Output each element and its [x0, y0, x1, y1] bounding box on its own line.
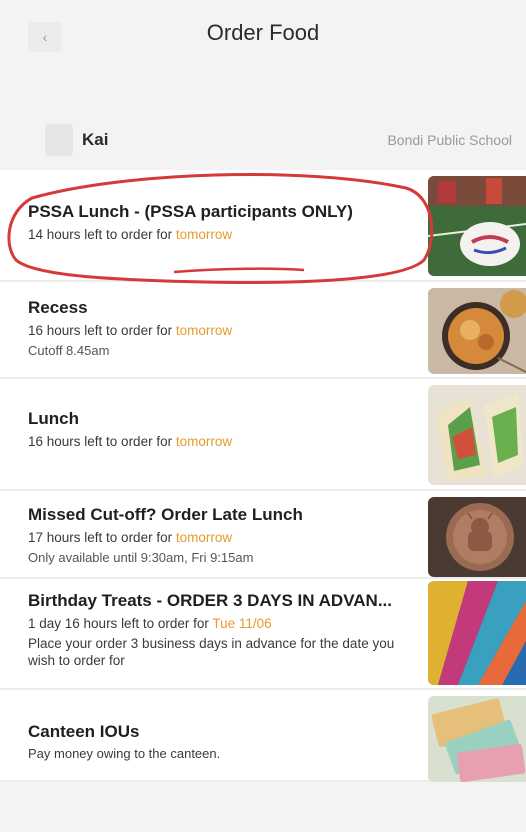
- student-selector[interactable]: Kai Bondi Public School: [0, 112, 526, 168]
- canteen-ious-image: [428, 696, 526, 782]
- order-deadline: 1 day 16 hours left to order for Tue 11/…: [28, 616, 272, 631]
- order-deadline: 17 hours left to order for tomorrow: [28, 530, 233, 545]
- menu-item-title: Birthday Treats - ORDER 3 DAYS IN ADVAN.…: [28, 591, 393, 610]
- school-name: Bondi Public School: [387, 132, 512, 148]
- page-title: Order Food: [206, 20, 320, 45]
- menu-item-title: Canteen IOUs: [28, 722, 140, 741]
- menu-item-canteen-ious[interactable]: Canteen IOUs Pay money owing to the cant…: [0, 690, 526, 782]
- menu-item-note: Place your order 3 business days in adva…: [28, 636, 395, 668]
- header: ‹ Order Food: [0, 0, 526, 70]
- order-deadline: 16 hours left to order for tomorrow: [28, 323, 233, 338]
- menu-item-note: Cutoff 8.45am: [28, 343, 110, 358]
- menu-item-lunch[interactable]: Lunch 16 hours left to order for tomorro…: [0, 379, 526, 491]
- menu-list: PSSA Lunch - (PSSA participants ONLY) 14…: [0, 170, 526, 782]
- menu-item-recess[interactable]: Recess 16 hours left to order for tomorr…: [0, 282, 526, 379]
- birthday-treats-image: [428, 581, 526, 685]
- menu-item-title: Lunch: [28, 409, 79, 428]
- menu-item-birthday-treats[interactable]: Birthday Treats - ORDER 3 DAYS IN ADVAN.…: [0, 579, 526, 690]
- order-deadline: 16 hours left to order for tomorrow: [28, 434, 233, 449]
- menu-item-note: Only available until 9:30am, Fri 9:15am: [28, 550, 254, 565]
- avatar: [45, 124, 73, 156]
- recess-image: [428, 288, 526, 374]
- menu-item-title: Recess: [28, 298, 88, 317]
- menu-item-note: Pay money owing to the canteen.: [28, 746, 221, 761]
- order-deadline: 14 hours left to order for tomorrow: [28, 227, 233, 242]
- menu-item-late-lunch[interactable]: Missed Cut-off? Order Late Lunch 17 hour…: [0, 491, 526, 579]
- lunch-image: [428, 385, 526, 485]
- menu-item-title: PSSA Lunch - (PSSA participants ONLY): [28, 202, 353, 221]
- menu-item-title: Missed Cut-off? Order Late Lunch: [28, 505, 303, 524]
- student-name: Kai: [82, 130, 109, 149]
- pssa-lunch-image: [428, 176, 526, 276]
- menu-item-pssa-lunch[interactable]: PSSA Lunch - (PSSA participants ONLY) 14…: [0, 170, 526, 282]
- late-lunch-image: [428, 497, 526, 577]
